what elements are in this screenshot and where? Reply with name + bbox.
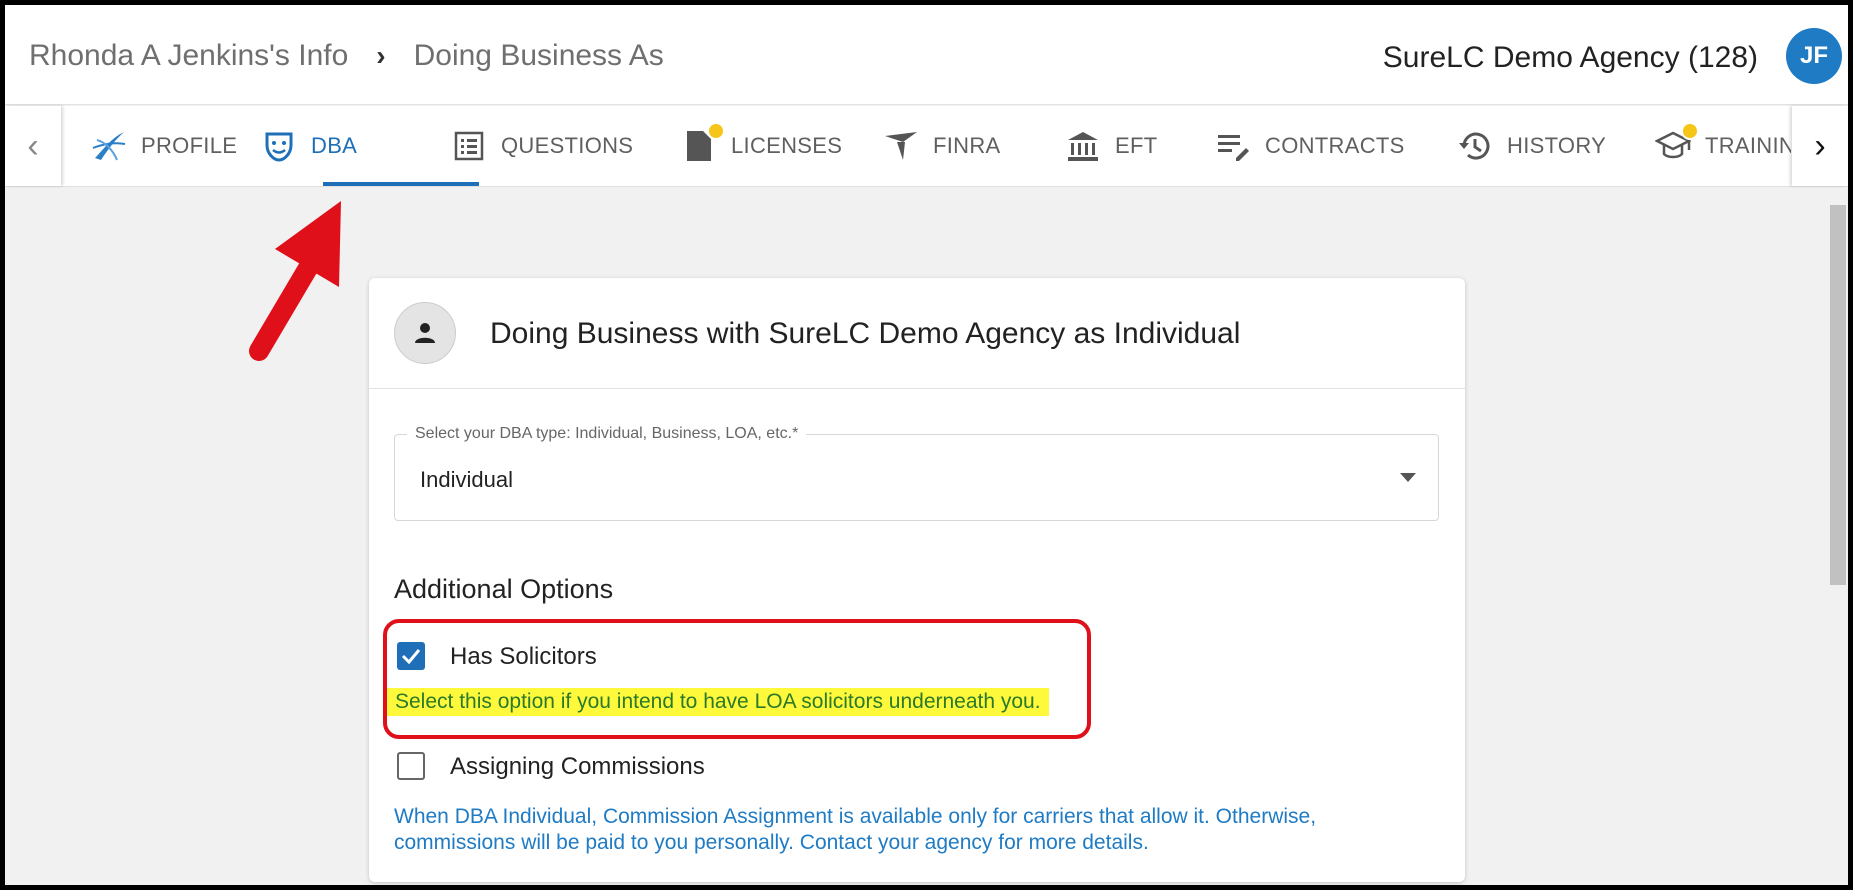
assigning-commissions-checkbox[interactable] [397,752,425,780]
dba-type-select[interactable]: Select your DBA type: Individual, Busine… [394,425,1439,521]
tab-training[interactable]: TRAINING [1655,106,1791,186]
chevron-right-icon: › [376,40,386,71]
mask-icon [261,128,297,164]
tab-licenses[interactable]: LICENSES [681,106,842,186]
tab-eft[interactable]: EFT [1065,106,1157,186]
breadcrumb: Rhonda A Jenkins's Info › Doing Business… [29,39,664,73]
section-title: Additional Options [394,574,614,604]
select-label: Select your DBA type: Individual, Busine… [407,425,807,443]
graduation-cap-icon [1655,122,1699,164]
tabs-strip: PROFILE DBA QUESTIONS LICENSES FINRA EFT… [71,106,1791,186]
tab-label: CONTRACTS [1265,133,1405,158]
notification-badge [1681,122,1699,140]
bank-icon [1065,128,1101,164]
document-icon [681,122,725,164]
card-header: Doing Business with SureLC Demo Agency a… [369,278,1465,389]
notification-badge [707,122,725,140]
tab-label: TRAINING [1705,133,1791,158]
tab-finra[interactable]: FINRA [883,106,1001,186]
tab-label: FINRA [933,133,1001,158]
assigning-commissions-hint: When DBA Individual, Commission Assignme… [394,805,1317,854]
active-tab-indicator [323,182,479,186]
tab-label: DBA [311,133,358,158]
scrollbar-thumb[interactable] [1830,205,1846,585]
tab-label: PROFILE [141,133,238,158]
tab-label: QUESTIONS [501,133,634,158]
profile-swirl-icon [91,128,127,164]
tab-label: HISTORY [1507,133,1607,158]
card-title: Doing Business with SureLC Demo Agency a… [490,317,1241,350]
assigning-commissions-label[interactable]: Assigning Commissions [450,753,705,781]
edit-list-icon [1215,128,1251,164]
tabs-scroll-left-button[interactable]: ‹ [5,106,61,186]
tab-dba[interactable]: DBA [261,106,357,186]
tab-history[interactable]: HISTORY [1457,106,1606,186]
annotation-arrow-icon [249,201,341,361]
annotation-highlight-box [383,619,1091,739]
caret-down-icon [1400,473,1416,482]
select-value: Individual [420,467,513,492]
tab-profile[interactable]: PROFILE [91,106,237,186]
breadcrumb-item-dba: Doing Business As [413,39,664,72]
tab-label: EFT [1115,133,1158,158]
page-header: Rhonda A Jenkins's Info › Doing Business… [5,5,1848,105]
app-window: Rhonda A Jenkins's Info › Doing Business… [5,5,1848,885]
tab-bar: ‹ PROFILE DBA QUESTIONS LICENSES FINRA E… [5,106,1848,187]
list-icon [451,128,487,164]
person-icon [394,302,456,364]
tab-questions[interactable]: QUESTIONS [451,106,633,186]
avatar[interactable]: JF [1786,28,1842,84]
tab-label: LICENSES [731,133,843,158]
history-icon [1457,128,1493,164]
tab-contracts[interactable]: CONTRACTS [1215,106,1405,186]
dba-card: Doing Business with SureLC Demo Agency a… [369,278,1465,882]
finra-icon [883,128,919,164]
tabs-scroll-right-button[interactable]: › [1792,106,1848,186]
agency-name: SureLC Demo Agency (128) [1382,41,1758,74]
breadcrumb-item-info[interactable]: Rhonda A Jenkins's Info [29,39,348,73]
